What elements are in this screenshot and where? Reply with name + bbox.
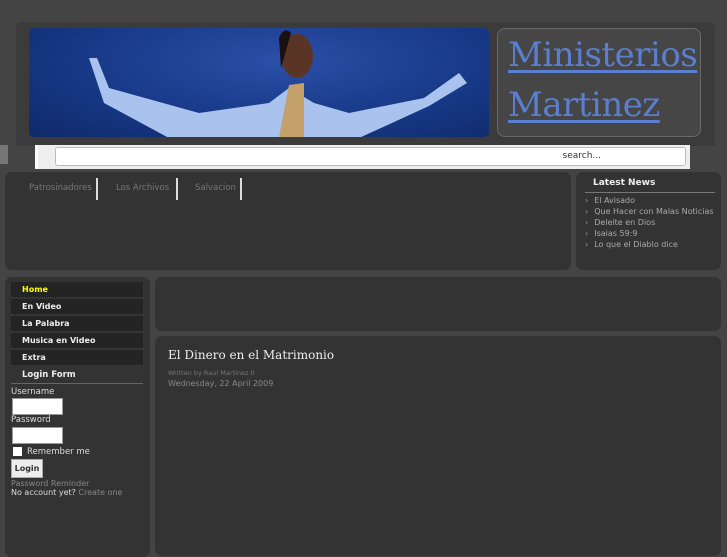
username-input[interactable] bbox=[12, 398, 63, 415]
divider bbox=[585, 192, 715, 193]
article-title[interactable]: El Dinero en el Matrimonio bbox=[168, 348, 334, 362]
menu-extra[interactable]: Extra bbox=[11, 350, 143, 366]
remember-label: Remember me bbox=[27, 447, 90, 457]
logo-line1: Ministerios bbox=[508, 35, 698, 75]
password-input[interactable] bbox=[12, 427, 63, 444]
nav-salvacion[interactable]: Salvacion bbox=[195, 183, 236, 193]
news-item[interactable]: › Deleite en Dios bbox=[585, 218, 655, 227]
news-title: Latest News bbox=[593, 178, 656, 188]
nav-los-archivos[interactable]: Los Archivos bbox=[116, 183, 169, 193]
news-item[interactable]: › Lo que el Diablo dice bbox=[585, 240, 678, 249]
remember-checkbox[interactable] bbox=[13, 447, 22, 456]
news-item[interactable]: › Que Hacer con Malas Noticias bbox=[585, 207, 714, 216]
login-button[interactable]: Login bbox=[11, 459, 43, 478]
create-account-link[interactable]: Create one bbox=[78, 488, 122, 497]
search-input[interactable]: search... bbox=[55, 147, 686, 166]
content-top-panel bbox=[155, 277, 721, 331]
password-label: Password bbox=[11, 415, 51, 425]
divider bbox=[176, 178, 178, 200]
site-logo[interactable]: Ministerios Martinez bbox=[497, 28, 701, 137]
divider bbox=[11, 383, 143, 384]
menu-musica-en-video[interactable]: Musica en Video bbox=[11, 333, 143, 349]
menu-home[interactable]: Home bbox=[11, 282, 143, 298]
banner-image bbox=[29, 28, 489, 137]
logo-line2: Martinez bbox=[508, 85, 660, 125]
article-author: Written by Raul Martinez II bbox=[168, 369, 255, 377]
username-label: Username bbox=[11, 387, 55, 397]
menu-en-video[interactable]: En Video bbox=[11, 299, 143, 315]
divider bbox=[240, 178, 242, 200]
no-account-text: No account yet? bbox=[11, 488, 76, 497]
man-arms-raised-image bbox=[89, 30, 467, 137]
divider bbox=[96, 178, 98, 200]
menu-la-palabra[interactable]: La Palabra bbox=[11, 316, 143, 332]
side-tab[interactable] bbox=[0, 145, 8, 164]
login-title: Login Form bbox=[22, 370, 76, 380]
news-item[interactable]: › El Avisado bbox=[585, 196, 635, 205]
article-date: Wednesday, 22 April 2009 bbox=[168, 379, 274, 388]
nav-patrosinadores[interactable]: Patrosinadores bbox=[29, 183, 92, 193]
news-item[interactable]: › Isaias 59:9 bbox=[585, 229, 637, 238]
password-reminder-link[interactable]: Password Reminder bbox=[11, 479, 89, 488]
